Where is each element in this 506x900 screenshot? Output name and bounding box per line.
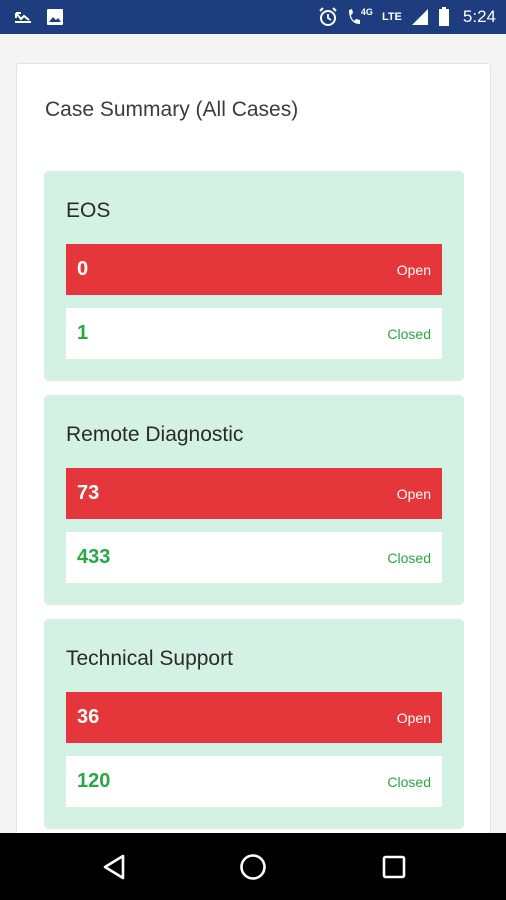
closed-count: 120: [77, 770, 111, 792]
open-count: 36: [77, 706, 100, 728]
open-count: 73: [77, 482, 100, 504]
lte-label: LTE: [381, 10, 402, 23]
closed-cases-row[interactable]: 433 Closed: [66, 532, 442, 583]
image-icon: [46, 8, 64, 26]
back-icon: [103, 854, 125, 879]
alarm-icon: [318, 7, 338, 27]
section-remote-diagnostic: Remote Diagnostic 73 Open 433 Closed: [44, 395, 464, 605]
open-count: 0: [77, 258, 89, 280]
battery-icon: [438, 7, 450, 27]
open-label: Open: [396, 261, 431, 278]
open-cases-row[interactable]: 36 Open: [66, 692, 442, 743]
closed-cases-row[interactable]: 120 Closed: [66, 756, 442, 807]
page-title: Case Summary (All Cases): [45, 98, 299, 121]
back-button[interactable]: [84, 833, 144, 900]
closed-cases-row[interactable]: 1 Closed: [66, 308, 442, 359]
recent-apps-icon: [382, 855, 406, 878]
home-button[interactable]: [223, 833, 283, 900]
closed-label: Closed: [387, 549, 431, 566]
closed-label: Closed: [387, 773, 431, 790]
section-title: EOS: [66, 199, 111, 222]
case-summary-card: Case Summary (All Cases) EOS 0 Open 1 Cl…: [16, 63, 491, 853]
signal-icon: [411, 8, 429, 26]
closed-count: 433: [77, 546, 111, 568]
closed-label: Closed: [387, 325, 431, 342]
open-label: Open: [396, 709, 431, 726]
call-4g-icon: 4G: [347, 8, 373, 26]
closed-count: 1: [77, 322, 89, 344]
section-title: Remote Diagnostic: [66, 423, 244, 446]
section-eos: EOS 0 Open 1 Closed: [44, 171, 464, 381]
missed-call-icon: [14, 10, 32, 24]
open-label: Open: [396, 485, 431, 502]
section-technical-support: Technical Support 36 Open 120 Closed: [44, 619, 464, 829]
network-4g-label: 4G: [360, 7, 373, 17]
open-cases-row[interactable]: 73 Open: [66, 468, 442, 519]
navigation-bar: [0, 833, 506, 900]
open-cases-row[interactable]: 0 Open: [66, 244, 442, 295]
home-icon: [240, 853, 266, 880]
section-title: Technical Support: [66, 647, 233, 670]
clock-time: 5:24: [462, 7, 496, 26]
status-bar: 4G LTE 5:24: [0, 0, 506, 34]
recent-apps-button[interactable]: [364, 833, 424, 900]
